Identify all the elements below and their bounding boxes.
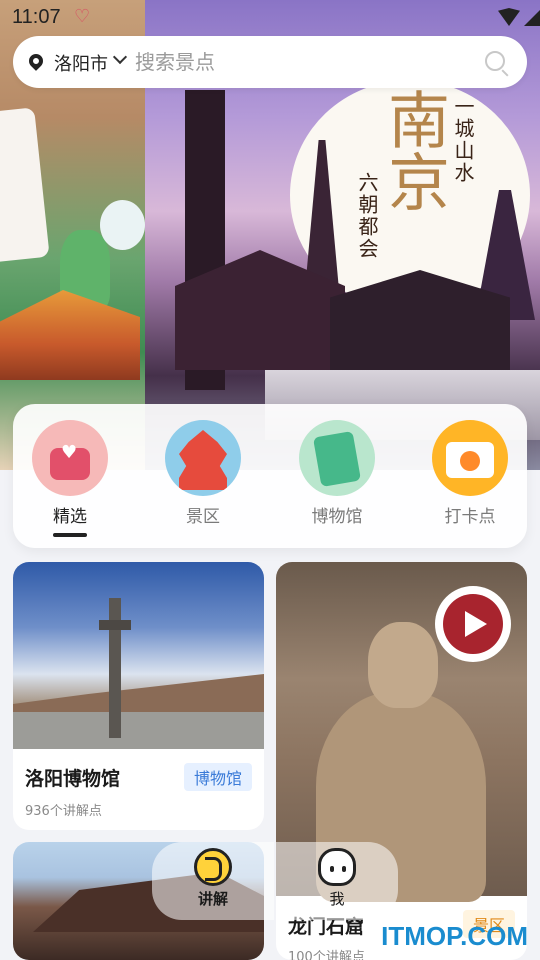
camera-icon [432, 420, 508, 496]
museum-artifact-icon [299, 420, 375, 496]
audio-guide-icon [194, 848, 232, 886]
banner-card-illustration [0, 107, 50, 263]
category-label: 景区 [186, 507, 220, 527]
attraction-title: 洛阳博物馆 [25, 768, 121, 790]
pagoda-icon [165, 420, 241, 496]
banner-cloud-illustration [100, 200, 145, 250]
audio-guide-button[interactable]: 讲解 [152, 842, 274, 920]
chevron-down-icon[interactable] [112, 49, 128, 65]
heart-bag-icon [32, 420, 108, 496]
wifi-icon [498, 8, 520, 26]
cat-face-icon [318, 848, 356, 886]
attraction-subtitle: 936个讲解点 [25, 804, 102, 819]
notification-heart-icon: ♡ [74, 6, 91, 27]
audio-guide-label: 讲解 [197, 890, 228, 908]
attraction-tag: 博物馆 [183, 763, 252, 791]
play-video-icon[interactable] [435, 586, 511, 662]
city-selector[interactable]: 洛阳市 [54, 50, 108, 76]
search-icon[interactable] [485, 51, 505, 71]
category-museum[interactable]: 博物馆 [292, 420, 382, 540]
category-checkin[interactable]: 打卡点 [425, 420, 515, 540]
category-label: 博物馆 [311, 507, 363, 527]
search-bar: 洛阳市 [13, 36, 527, 88]
banner-pagoda-illustration [0, 290, 140, 380]
museum-plaza [13, 712, 264, 749]
me-label: 我 [329, 890, 345, 908]
location-pin-icon[interactable] [26, 51, 46, 71]
signal-icon [524, 8, 540, 26]
active-indicator [53, 533, 87, 537]
me-button[interactable]: 我 [276, 842, 398, 920]
banner-slogan-2: 六朝都会 [355, 172, 379, 260]
banner-slogan-1: 一城山水 [451, 96, 475, 184]
status-bar: 11:07 ♡ [0, 0, 540, 34]
category-label: 精选 [53, 507, 87, 527]
category-label: 打卡点 [444, 507, 496, 527]
banner-big-text: 南京 [377, 88, 450, 212]
category-featured[interactable]: 精选 [25, 420, 115, 540]
attraction-card-luoyang-museum[interactable]: 洛阳博物馆 博物馆 936个讲解点 [13, 562, 264, 830]
status-time: 11:07 [12, 6, 61, 28]
search-input[interactable] [135, 46, 465, 78]
attraction-subtitle: 100个讲解点 [288, 950, 365, 960]
category-nav: 精选 景区 博物馆 打卡点 [13, 404, 527, 548]
museum-tower [99, 598, 131, 738]
attraction-photo [13, 562, 264, 749]
category-scenic[interactable]: 景区 [158, 420, 248, 540]
buddha-statue-head [368, 622, 438, 708]
watermark: ITMOP.COM [381, 921, 528, 951]
